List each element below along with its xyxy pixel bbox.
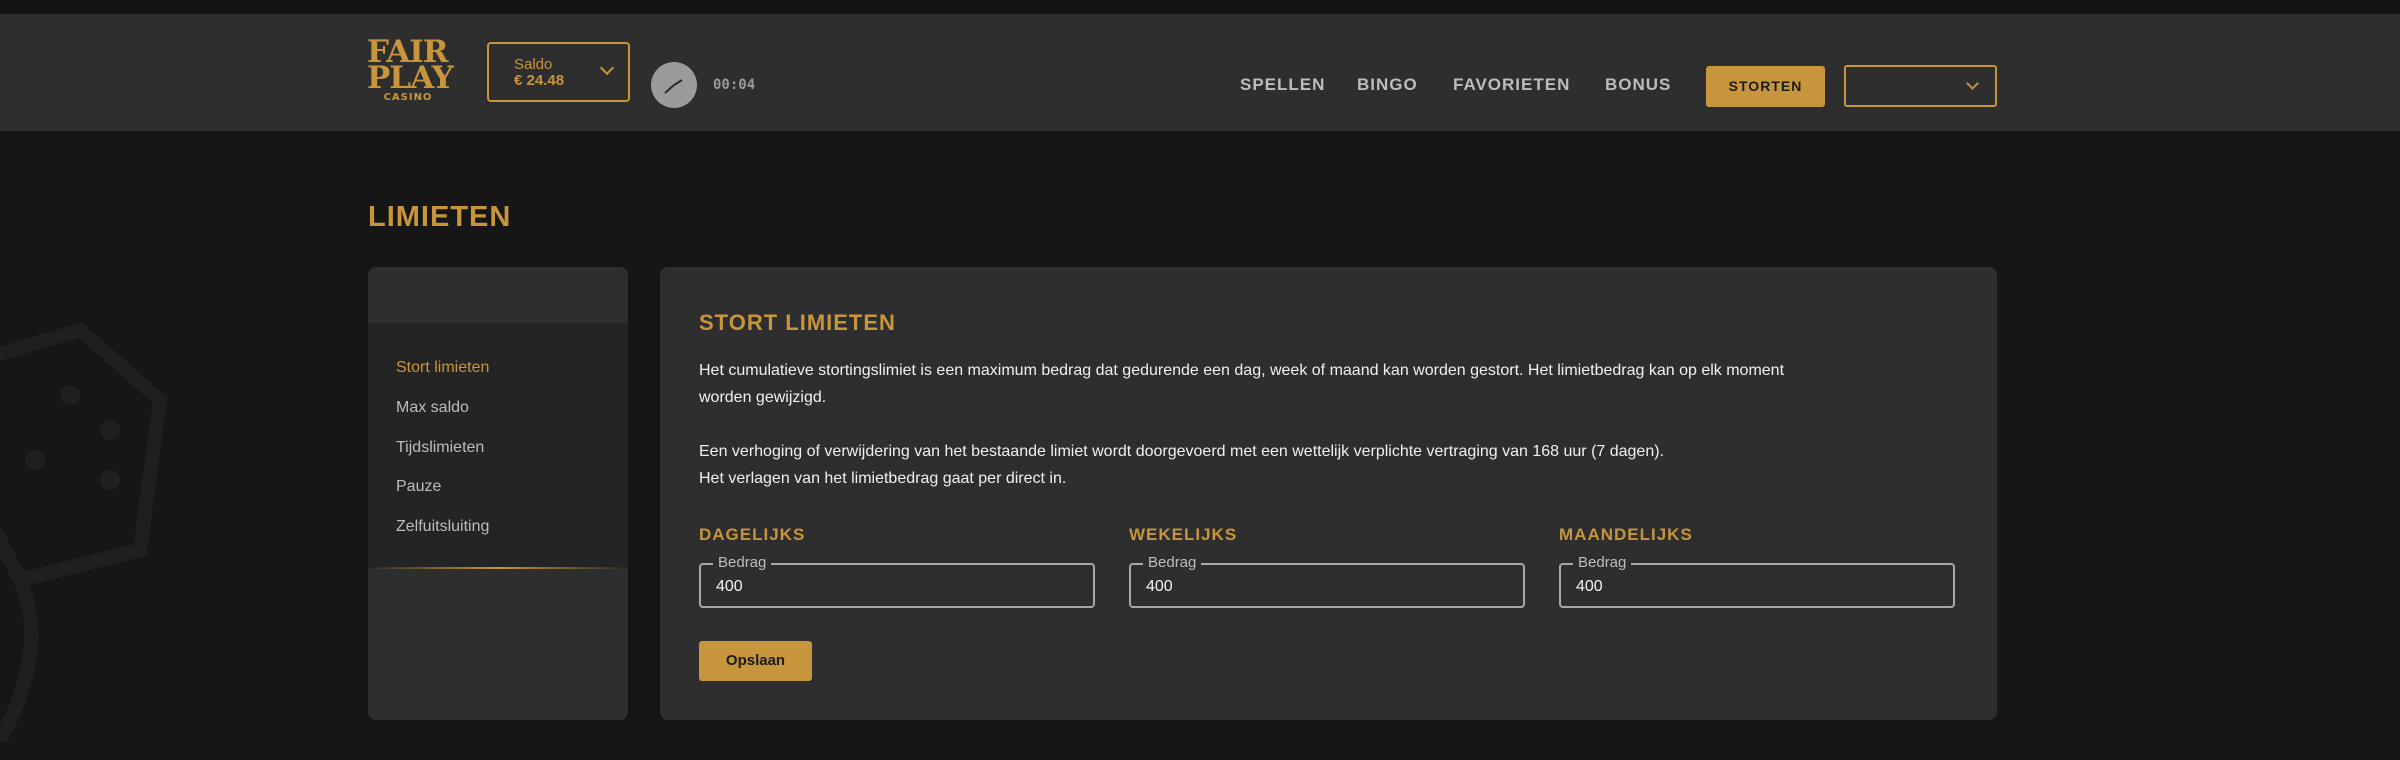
- saldo-value: € 24.48: [514, 72, 565, 89]
- language-select[interactable]: [1844, 65, 1997, 107]
- fair-play-logo[interactable]: FAIR PLAY CASINO: [367, 36, 459, 103]
- saldo-label: Saldo: [514, 56, 553, 73]
- top-strip: [0, 0, 2400, 14]
- sidebar-menu: Stort limieten Max saldo Tijdslimieten P…: [368, 323, 628, 568]
- divider: [368, 567, 628, 569]
- sidebar-item-zelfuitsluiting[interactable]: Zelfuitsluiting: [396, 518, 489, 536]
- monthly-limit-input[interactable]: [1576, 576, 1936, 598]
- deposit-limits-panel: STORT LIMIETEN Het cumulatieve stortings…: [660, 267, 1997, 720]
- sidebar-item-max-saldo[interactable]: Max saldo: [396, 399, 469, 417]
- field-label: Bedrag: [1573, 554, 1632, 572]
- session-timer-icon: [651, 62, 697, 108]
- limits-sidebar: Stort limieten Max saldo Tijdslimieten P…: [368, 267, 628, 720]
- weekly-limit-input[interactable]: [1146, 576, 1506, 598]
- session-timer: 00:04: [713, 77, 756, 93]
- description-line: worden gewijzigd.: [699, 389, 827, 406]
- daily-limit-label: DAGELIJKS: [699, 525, 806, 544]
- nav-bonus[interactable]: BONUS: [1605, 75, 1671, 95]
- monthly-limit-field[interactable]: Bedrag: [1559, 554, 1955, 608]
- sidebar-item-stort-limieten[interactable]: Stort limieten: [396, 359, 489, 377]
- save-button[interactable]: Opslaan: [699, 641, 812, 681]
- daily-limit-field[interactable]: Bedrag: [699, 554, 1095, 608]
- sidebar-item-pauze[interactable]: Pauze: [396, 478, 441, 496]
- nav-bingo[interactable]: BINGO: [1357, 75, 1418, 95]
- description-line: Een verhoging of verwijdering van het be…: [699, 443, 1664, 460]
- nav-spellen[interactable]: SPELLEN: [1240, 75, 1325, 95]
- saldo-dropdown[interactable]: Saldo € 24.48: [487, 42, 630, 102]
- page-title: LIMIETEN: [368, 201, 512, 233]
- sidebar-item-tijdslimieten[interactable]: Tijdslimieten: [396, 439, 484, 457]
- weekly-limit-label: WEKELIJKS: [1129, 525, 1238, 544]
- description-line: Het verlagen van het limietbedrag gaat p…: [699, 470, 1067, 487]
- deposit-button[interactable]: STORTEN: [1706, 66, 1825, 107]
- daily-limit-input[interactable]: [716, 576, 1076, 598]
- logo-line-2: PLAY: [367, 60, 454, 97]
- field-label: Bedrag: [1143, 554, 1202, 572]
- weekly-limit-field[interactable]: Bedrag: [1129, 554, 1525, 608]
- panel-title: STORT LIMIETEN: [699, 310, 896, 335]
- dice-decoration-icon: [0, 322, 168, 744]
- nav-favorieten[interactable]: FAVORIETEN: [1453, 75, 1570, 95]
- monthly-limit-label: MAANDELIJKS: [1559, 525, 1693, 544]
- field-label: Bedrag: [713, 554, 772, 572]
- site-header: FAIR PLAY CASINO Saldo € 24.48 00:04 SPE…: [0, 14, 2400, 131]
- chevron-down-icon: [1966, 77, 1979, 90]
- chevron-down-icon: [599, 60, 615, 76]
- description-line: Het cumulatieve stortingslimiet is een m…: [699, 362, 1785, 379]
